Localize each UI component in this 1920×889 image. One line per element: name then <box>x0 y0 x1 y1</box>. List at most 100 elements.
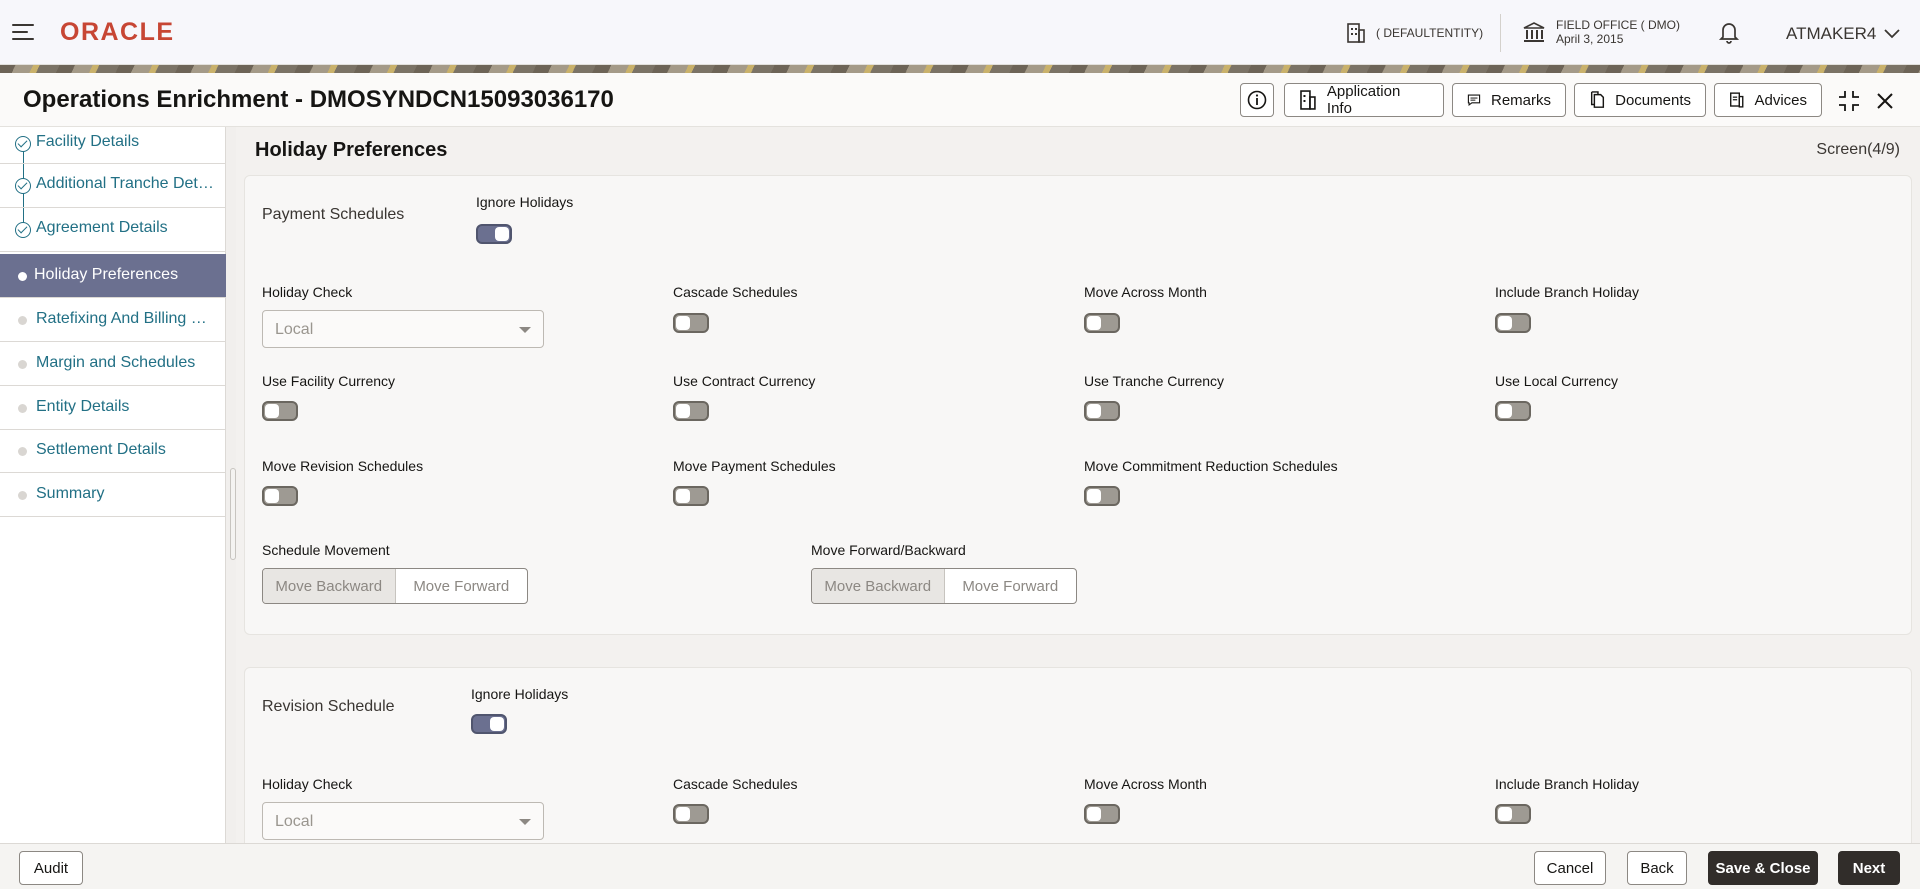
move-revision-schedules-label: Move Revision Schedules <box>262 458 424 474</box>
holiday-check-value: Local <box>275 321 314 338</box>
move-forward-option[interactable]: Move Forward <box>396 569 528 603</box>
revision-holiday-check-select[interactable]: Local <box>262 802 544 840</box>
revision-ignore-holidays-toggle[interactable] <box>471 714 507 734</box>
include-branch-holiday-label: Include Branch Holiday <box>1495 284 1639 300</box>
nav-item-agreement-details[interactable]: Agreement Details <box>0 208 226 252</box>
pending-step-dot <box>18 491 27 500</box>
hamburger-menu-icon[interactable] <box>12 24 34 40</box>
revision-schedule-title: Revision Schedule <box>262 698 395 715</box>
main-content: Holiday Preferences Screen(4/9) Payment … <box>236 127 1920 843</box>
payment-cascade-schedules-toggle[interactable] <box>673 313 709 333</box>
payment-ignore-holidays-toggle[interactable] <box>476 224 512 244</box>
use-tranche-currency-toggle[interactable] <box>1084 401 1120 421</box>
use-facility-currency-toggle[interactable] <box>262 401 298 421</box>
cancel-button[interactable]: Cancel <box>1534 851 1606 885</box>
application-info-button[interactable]: Application Info <box>1284 83 1444 117</box>
revision-include-branch-holiday-toggle[interactable] <box>1495 804 1531 824</box>
move-commitment-reduction-toggle[interactable] <box>1084 486 1120 506</box>
next-button[interactable]: Next <box>1838 851 1900 885</box>
branch-selector[interactable]: FIELD OFFICE ( DMO) April 3, 2015 <box>1522 18 1680 46</box>
ignore-holidays-label: Ignore Holidays <box>476 194 574 210</box>
schedule-movement-segmented: Move Backward Move Forward <box>262 568 528 604</box>
nav-item-label: Margin and Schedules <box>36 354 196 371</box>
nav-item-margin-schedules[interactable]: Margin and Schedules <box>0 342 226 386</box>
move-revision-schedules-toggle[interactable] <box>262 486 298 506</box>
payment-include-branch-holiday-toggle[interactable] <box>1495 313 1531 333</box>
advices-button[interactable]: Advices <box>1714 83 1822 117</box>
move-payment-schedules-label: Move Payment Schedules <box>673 458 836 474</box>
train-stop-navigation: Facility Details Additional Tranche Deta… <box>0 127 226 843</box>
footer-bar: Audit Cancel Back Save & Close Next <box>0 843 1920 889</box>
chevron-down-icon <box>1884 29 1901 39</box>
pending-step-dot <box>18 316 27 325</box>
use-facility-currency-label: Use Facility Currency <box>262 373 396 389</box>
user-menu[interactable]: ATMAKER4 <box>1786 24 1901 44</box>
revision-cascade-schedules-toggle[interactable] <box>673 804 709 824</box>
move-forward-option[interactable]: Move Forward <box>945 569 1077 603</box>
info-button[interactable] <box>1240 83 1274 117</box>
cascade-schedules-label: Cascade Schedules <box>673 284 798 300</box>
use-local-currency-label: Use Local Currency <box>1495 373 1618 389</box>
payment-schedules-panel: Payment Schedules Ignore Holidays Holida… <box>244 175 1912 635</box>
nav-item-label: Agreement Details <box>36 219 168 236</box>
page-title: Operations Enrichment - DMOSYNDCN1509303… <box>23 86 614 113</box>
holiday-check-label: Holiday Check <box>262 776 353 792</box>
use-contract-currency-label: Use Contract Currency <box>673 373 816 389</box>
move-payment-schedules-toggle[interactable] <box>673 486 709 506</box>
nav-item-ratefixing-billing[interactable]: Ratefixing And Billing Preferences <box>0 298 226 342</box>
pending-step-dot <box>18 404 27 413</box>
username: ATMAKER4 <box>1786 24 1877 43</box>
pending-step-dot <box>18 447 27 456</box>
move-forward-backward-segmented: Move Backward Move Forward <box>811 568 1077 604</box>
payment-move-across-month-toggle[interactable] <box>1084 313 1120 333</box>
completed-check-icon <box>15 222 31 238</box>
pending-step-dot <box>18 360 27 369</box>
close-icon[interactable] <box>1870 86 1900 116</box>
info-icon <box>1247 90 1267 110</box>
nav-item-label: Holiday Preferences <box>34 266 179 283</box>
building-icon <box>1300 90 1316 110</box>
move-backward-option[interactable]: Move Backward <box>263 569 396 603</box>
payment-holiday-check-select[interactable]: Local <box>262 310 544 348</box>
nav-item-facility-details[interactable]: Facility Details <box>0 124 226 164</box>
ignore-holidays-label: Ignore Holidays <box>471 686 569 702</box>
nav-item-additional-tranche-details[interactable]: Additional Tranche Details <box>0 164 226 208</box>
use-local-currency-toggle[interactable] <box>1495 401 1531 421</box>
use-contract-currency-toggle[interactable] <box>673 401 709 421</box>
revision-schedule-panel: Revision Schedule Ignore Holidays Holida… <box>244 667 1912 843</box>
move-forward-backward-label: Move Forward/Backward <box>811 542 966 558</box>
move-backward-option[interactable]: Move Backward <box>812 569 945 603</box>
notification-bell-icon[interactable] <box>1718 20 1740 49</box>
payment-schedules-title: Payment Schedules <box>262 206 405 223</box>
nav-item-entity-details[interactable]: Entity Details <box>0 386 226 430</box>
audit-button[interactable]: Audit <box>19 851 83 885</box>
application-info-label: Application Info <box>1326 83 1401 117</box>
remarks-button[interactable]: Remarks <box>1452 83 1566 117</box>
current-step-dot <box>18 272 27 281</box>
completed-check-icon <box>15 136 31 152</box>
nav-item-label: Settlement Details <box>36 441 166 458</box>
entity-selector[interactable]: ( DEFAULTENTITY) <box>1346 22 1483 44</box>
use-tranche-currency-label: Use Tranche Currency <box>1084 373 1225 389</box>
title-bar: Operations Enrichment - DMOSYNDCN1509303… <box>0 73 1920 127</box>
bank-icon <box>1523 22 1545 42</box>
header-divider <box>1500 14 1501 52</box>
include-branch-holiday-label: Include Branch Holiday <box>1495 776 1639 792</box>
branch-date: April 3, 2015 <box>1556 32 1624 46</box>
documents-button[interactable]: Documents <box>1574 83 1706 117</box>
back-button[interactable]: Back <box>1627 851 1687 885</box>
holiday-check-value: Local <box>275 813 314 830</box>
nav-item-label: Ratefixing And Billing Preferences <box>36 310 216 327</box>
nav-item-settlement-details[interactable]: Settlement Details <box>0 429 226 473</box>
revision-move-across-month-toggle[interactable] <box>1084 804 1120 824</box>
remarks-label: Remarks <box>1490 91 1551 109</box>
decorative-banner <box>0 65 1920 73</box>
save-close-button[interactable]: Save & Close <box>1708 851 1818 885</box>
maximize-icon[interactable] <box>1834 86 1864 116</box>
building-icon <box>1347 23 1365 43</box>
nav-item-holiday-preferences[interactable]: Holiday Preferences <box>0 254 226 298</box>
nav-item-summary[interactable]: Summary <box>0 473 226 517</box>
app-header: ORACLE ( DEFAULTENTITY) FIELD OFFICE ( D… <box>0 0 1920 65</box>
comment-icon <box>1467 94 1481 107</box>
documents-label: Documents <box>1615 91 1691 109</box>
